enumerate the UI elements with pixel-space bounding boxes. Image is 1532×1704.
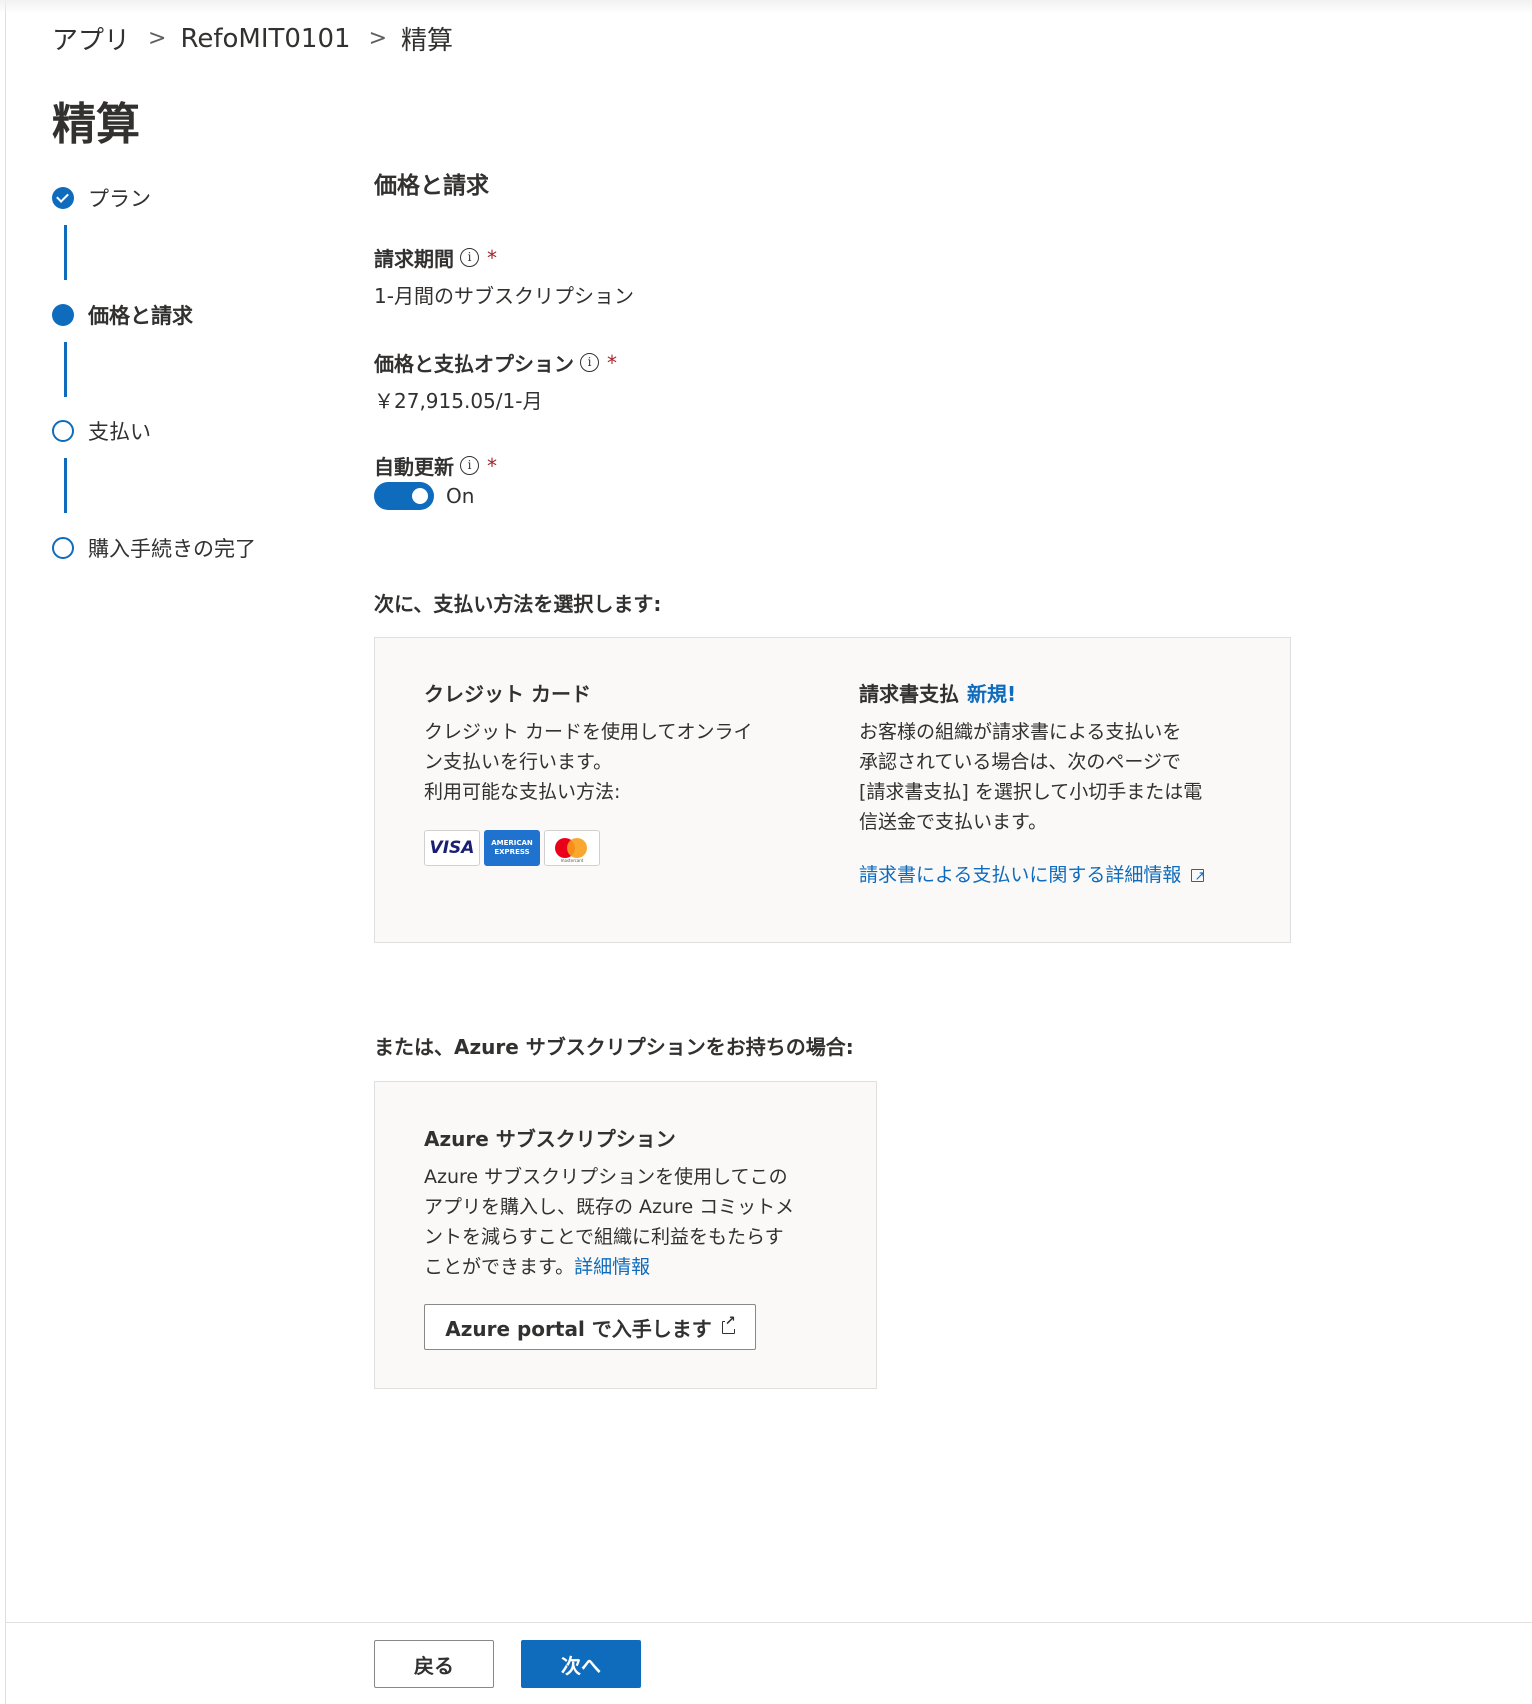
step-complete: 購入手続きの完了 xyxy=(52,533,256,563)
invoice-details-link-text: 請求書による支払いに関する詳細情報 xyxy=(859,864,1182,886)
text-line: [請求書支払] を選択して小切手または電 xyxy=(859,781,1203,803)
text-line: 承認されている場合は、次のページで xyxy=(859,751,1182,773)
step-payment: 支払い xyxy=(52,416,151,446)
text-line: 利用可能な支払い方法: xyxy=(424,781,621,803)
text-line-segment: ことができます。 xyxy=(424,1256,575,1278)
footer-divider xyxy=(6,1622,1532,1623)
step-label: 購入手続きの完了 xyxy=(88,537,256,561)
next-button[interactable]: 次へ xyxy=(521,1640,641,1688)
page-title: 精算 xyxy=(52,99,140,150)
auto-renew-state: On xyxy=(446,484,475,508)
section-title: 価格と請求 xyxy=(374,173,489,199)
required-marker: * xyxy=(487,453,497,478)
checkmark-circle-icon xyxy=(52,187,74,209)
auto-renew-label: 自動更新 i * xyxy=(374,451,497,480)
mastercard-wordmark: mastercard xyxy=(560,858,584,863)
auto-renew-label-text: 自動更新 xyxy=(374,455,454,479)
empty-circle-icon xyxy=(52,420,74,442)
step-plan: プラン xyxy=(52,183,151,213)
info-icon[interactable]: i xyxy=(460,456,479,475)
credit-card-description: クレジット カードを使用してオンライ ン支払いを行います。 利用可能な支払い方法… xyxy=(424,717,752,807)
text-line: アプリを購入し、既存の Azure コミットメ xyxy=(424,1196,795,1218)
top-shadow xyxy=(0,0,1532,14)
billing-period-label-text: 請求期間 xyxy=(374,247,454,271)
text-line: お客様の組織が請求書による支払いを xyxy=(859,721,1182,743)
invoice-title-text: 請求書支払 xyxy=(859,682,959,706)
breadcrumb-item-apps[interactable]: アプリ xyxy=(52,20,130,57)
azure-title: Azure サブスクリプション xyxy=(424,1127,676,1151)
info-icon[interactable]: i xyxy=(580,353,599,372)
visa-logo: VISA xyxy=(424,830,480,866)
invoice-title: 請求書支払 新規! xyxy=(859,678,1016,707)
step-connector xyxy=(64,225,67,280)
billing-period-label: 請求期間 i * xyxy=(374,243,497,272)
step-pricing: 価格と請求 xyxy=(52,300,193,330)
text-line: ントを減らすことで組織に利益をもたらす xyxy=(424,1226,784,1248)
payment-method-prompt: 次に、支払い方法を選択します: xyxy=(374,592,662,616)
step-label: プラン xyxy=(88,187,151,211)
step-connector xyxy=(64,458,67,513)
step-label: 支払い xyxy=(88,420,151,444)
azure-portal-button-label: Azure portal で入手します xyxy=(445,1316,712,1341)
required-marker: * xyxy=(607,350,617,375)
toggle-knob xyxy=(412,488,428,504)
azure-description: Azure サブスクリプションを使用してこの アプリを購入し、既存の Azure… xyxy=(424,1162,794,1282)
price-option-label: 価格と支払オプション i * xyxy=(374,348,617,377)
auto-renew-toggle[interactable] xyxy=(374,482,434,510)
invoice-link-row: 請求書による支払いに関する詳細情報 xyxy=(859,860,1205,892)
new-badge: 新規! xyxy=(967,682,1017,706)
external-link-icon xyxy=(1191,862,1205,892)
azure-portal-button[interactable]: Azure portal で入手します xyxy=(424,1304,756,1350)
text-line: ことができます。詳細情報 xyxy=(424,1252,794,1282)
step-label: 価格と請求 xyxy=(88,304,193,328)
text-line: 信送金で支払います。 xyxy=(859,811,1048,833)
card-logos: VISA AMERICAN EXPRESS mastercard xyxy=(424,830,600,866)
invoice-description: お客様の組織が請求書による支払いを 承認されている場合は、次のページで [請求書… xyxy=(859,717,1202,837)
info-icon[interactable]: i xyxy=(460,248,479,267)
amex-logo: AMERICAN EXPRESS xyxy=(484,830,540,866)
filled-circle-icon xyxy=(52,304,74,326)
price-option-label-text: 価格と支払オプション xyxy=(374,352,574,376)
back-button[interactable]: 戻る xyxy=(374,1640,494,1688)
breadcrumb-item-app[interactable]: RefoMIT0101 xyxy=(180,24,350,54)
external-link-icon xyxy=(721,1313,736,1334)
breadcrumb: アプリ > RefoMIT0101 > 精算 xyxy=(52,20,453,57)
breadcrumb-item-current: 精算 xyxy=(401,26,454,56)
credit-card-title: クレジット カード xyxy=(424,682,591,706)
empty-circle-icon xyxy=(52,537,74,559)
text-line: クレジット カードを使用してオンライ xyxy=(424,721,753,743)
required-marker: * xyxy=(487,245,497,270)
azure-prompt: または、Azure サブスクリプションをお持ちの場合: xyxy=(374,1035,854,1059)
mastercard-logo: mastercard xyxy=(544,830,600,866)
price-option-value: ￥27,915.05/1-月 xyxy=(374,389,543,413)
invoice-details-link[interactable]: 請求書による支払いに関する詳細情報 xyxy=(859,862,1205,892)
learn-more-link[interactable]: 詳細情報 xyxy=(574,1256,650,1278)
chevron-right-icon: > xyxy=(148,26,167,51)
text-line: ン支払いを行います。 xyxy=(424,751,613,773)
mastercard-orange-circle xyxy=(567,838,587,858)
chevron-right-icon: > xyxy=(368,26,387,51)
text-line: Azure サブスクリプションを使用してこの xyxy=(424,1166,788,1188)
billing-period-value: 1-月間のサブスクリプション xyxy=(374,284,634,308)
step-connector xyxy=(64,342,67,397)
